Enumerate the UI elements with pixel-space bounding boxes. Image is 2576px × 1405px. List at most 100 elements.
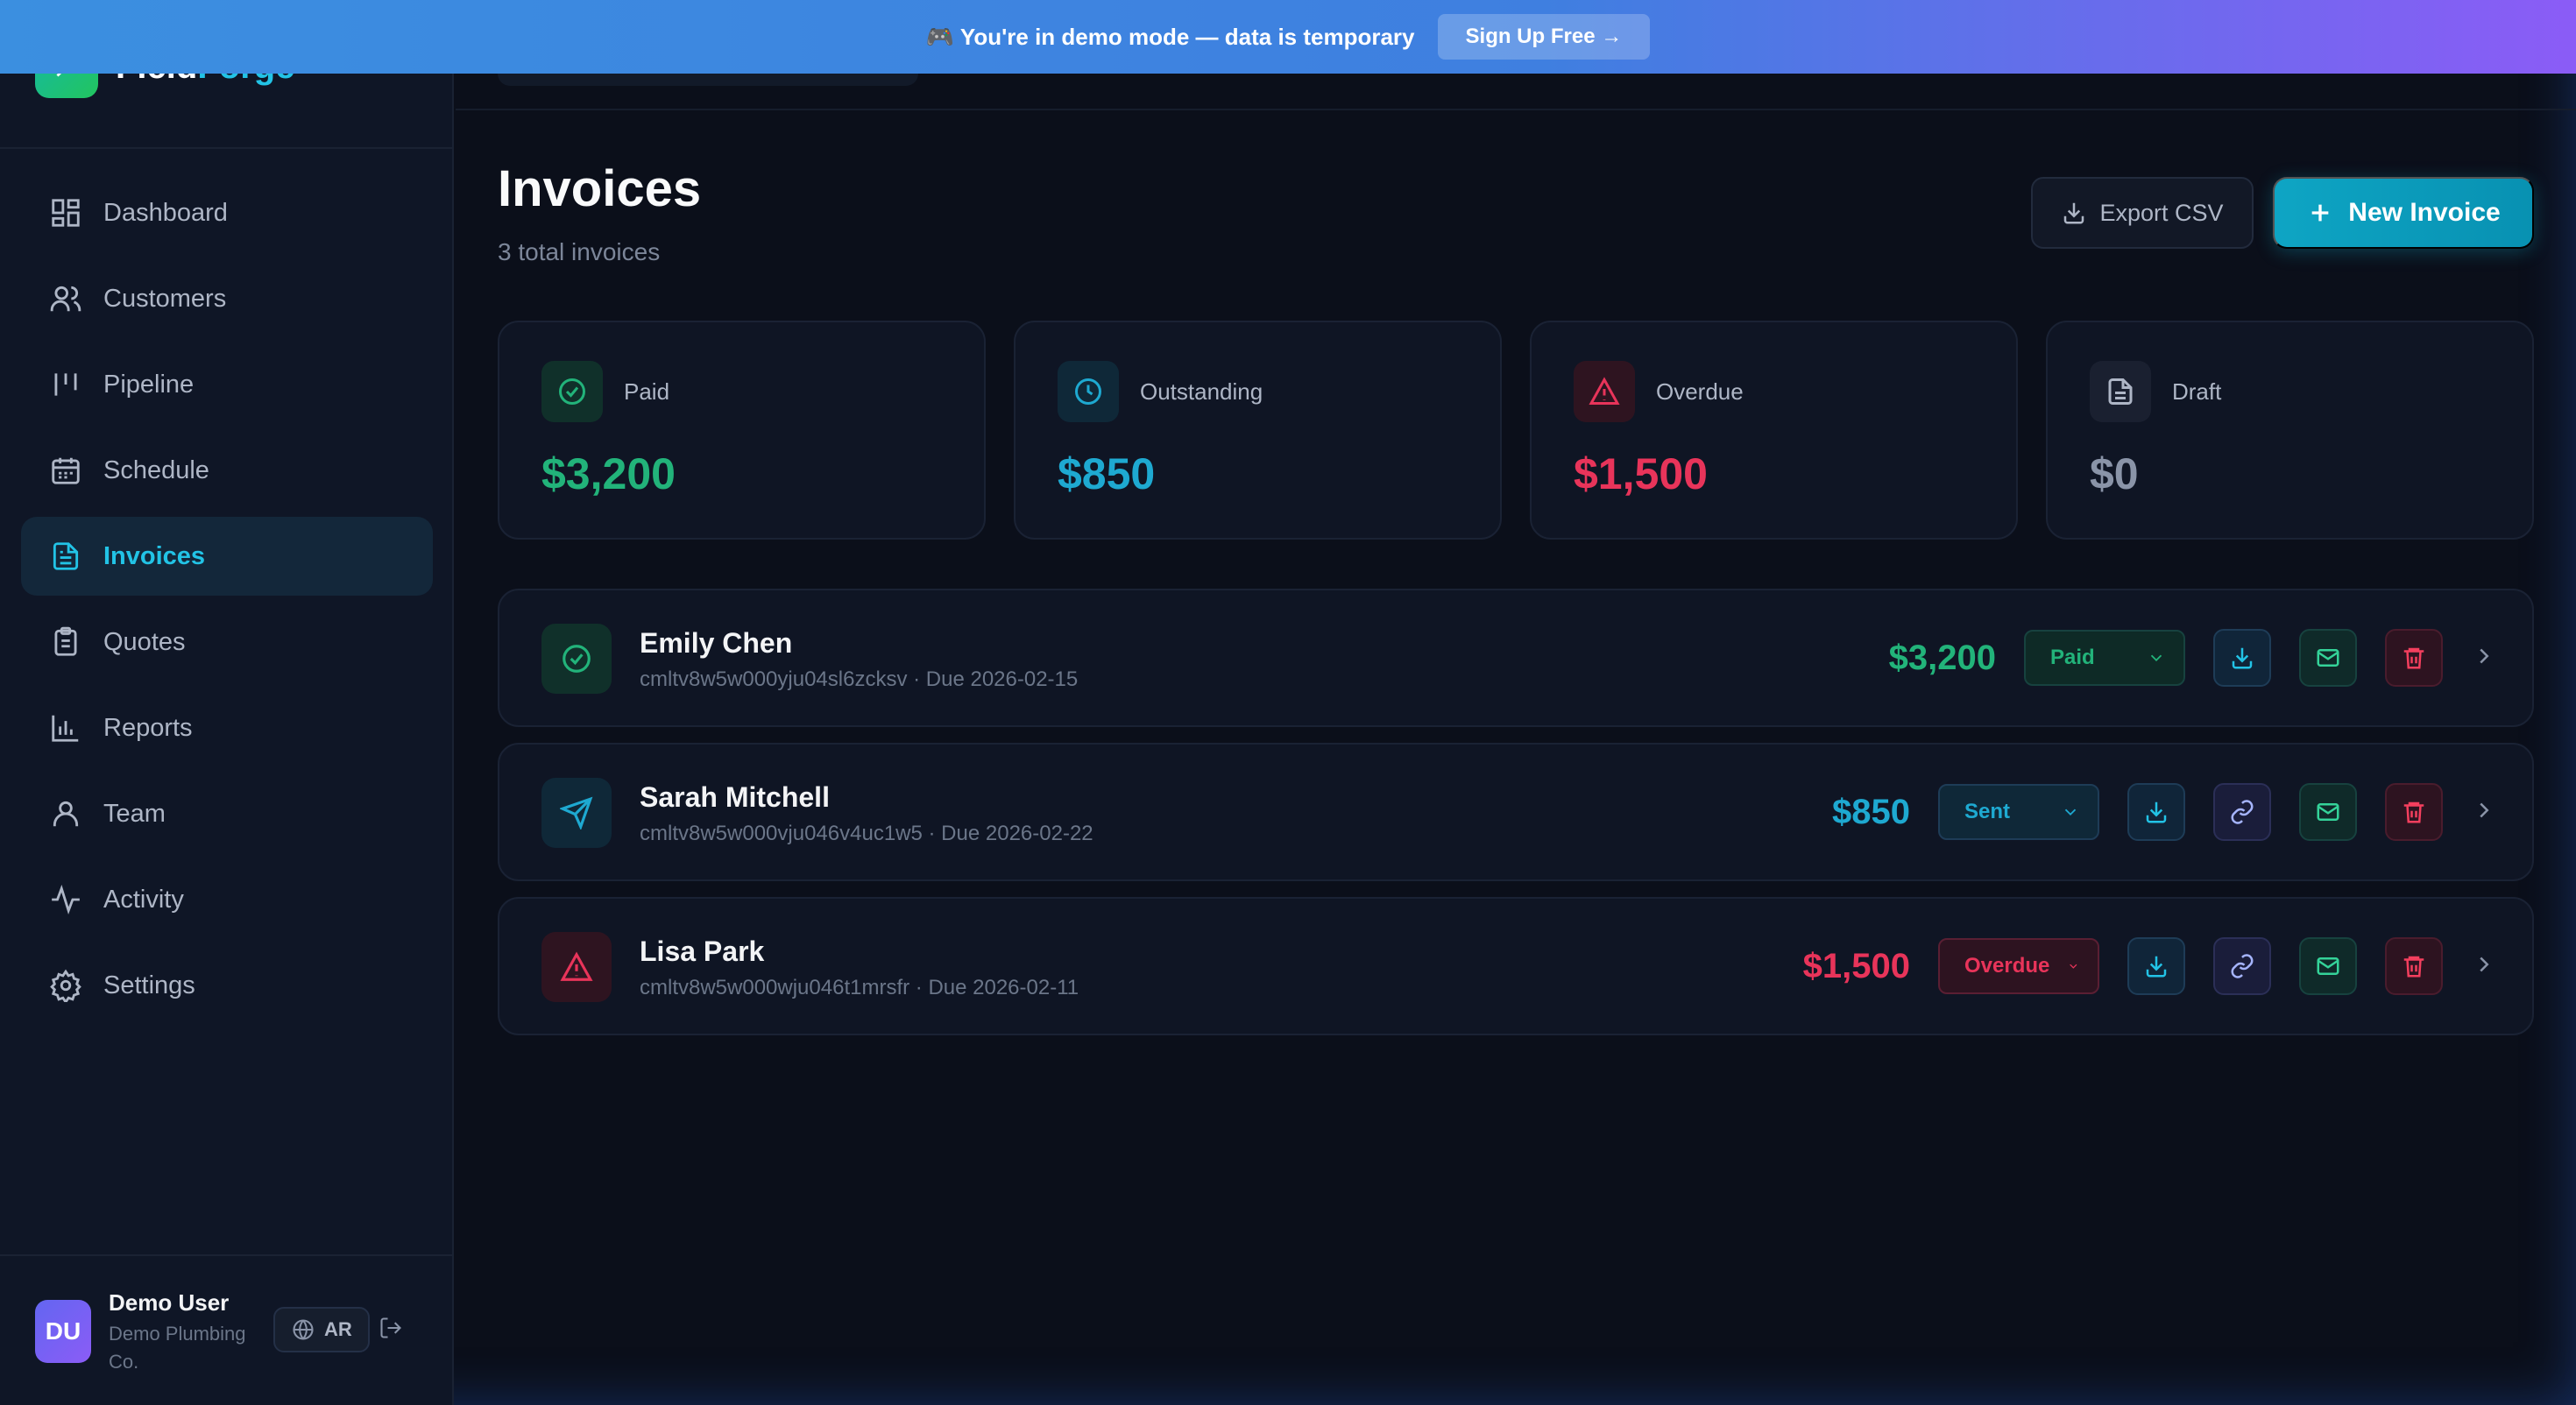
sidebar-item-schedule[interactable]: Schedule [21,431,433,510]
sidebar-item-label: Customers [103,284,227,313]
email-invoice-button[interactable] [2299,783,2357,841]
sidebar-item-settings[interactable]: Settings [21,946,433,1025]
language-label: AR [324,1318,352,1340]
invoice-list: Emily Chen cmltv8w5w000yju04sl6zcksv · D… [498,589,2534,1051]
sign-up-button[interactable]: Sign Up Free → [1437,14,1651,60]
status-select[interactable]: Paid [2024,630,2185,686]
download-pdf-button[interactable] [2127,937,2185,995]
delete-invoice-button[interactable] [2385,629,2443,687]
user-profile: DU Demo User Demo Plumbing Co. [35,1286,266,1376]
page-title: Invoices [498,160,702,217]
download-icon [2146,956,2167,978]
sidebar-item-team[interactable]: Team [21,774,433,853]
user-name: Demo User [109,1289,230,1316]
clipboard-icon [54,626,77,656]
check-circle-icon [541,361,603,422]
stat-card-draft: Draft $0 [2046,321,2534,540]
email-invoice-button[interactable] [2299,937,2357,995]
chevron-down-icon [2070,964,2077,969]
sidebar: FieldForge Dashboard Customers Pipeline … [0,0,454,1405]
globe-icon [293,1319,314,1340]
export-csv-button[interactable]: Export CSV [2031,177,2254,249]
download-icon [2146,801,2167,823]
users-icon [50,286,81,312]
copy-link-button[interactable] [2213,783,2271,841]
sidebar-item-label: Reports [103,713,193,742]
stat-label: Overdue [1656,378,1744,405]
sidebar-item-invoices[interactable]: Invoices [21,517,433,596]
new-invoice-label: New Invoice [2348,198,2501,227]
divider [0,147,454,149]
user-company: Demo Plumbing Co. [109,1323,246,1373]
invoice-row[interactable]: Lisa Park cmltv8w5w000wju046t1mrsfr · Du… [498,897,2534,1035]
chevron-right-icon[interactable] [2471,797,2497,828]
dashboard-icon [52,199,80,227]
stat-label: Outstanding [1140,378,1263,405]
chevron-right-icon[interactable] [2471,643,2497,674]
stats-row: Paid $3,200 Outstanding $850 Overdue $1,… [498,321,2534,540]
email-invoice-button[interactable] [2299,629,2357,687]
status-select[interactable]: Sent [1938,784,2099,840]
invoice-amount: $3,200 [1888,638,1996,677]
send-icon [541,778,612,848]
sidebar-item-dashboard[interactable]: Dashboard [21,173,433,252]
sidebar-item-label: Schedule [103,455,209,484]
gear-icon [50,969,81,1002]
logout-button[interactable] [379,1316,403,1345]
copy-link-button[interactable] [2213,937,2271,995]
sidebar-item-label: Team [103,799,166,828]
delete-invoice-button[interactable] [2385,937,2443,995]
stat-value: $1,500 [1574,449,1708,498]
invoice-row[interactable]: Emily Chen cmltv8w5w000yju04sl6zcksv · D… [498,589,2534,727]
file-icon [2090,361,2151,422]
invoice-meta: cmltv8w5w000yju04sl6zcksv · Due 2026-02-… [640,667,1079,691]
trash-icon [2403,956,2424,978]
trash-icon [2403,801,2424,823]
divider [0,1254,454,1256]
check-circle-icon [541,624,612,694]
sidebar-nav: Dashboard Customers Pipeline Schedule In… [21,173,433,1032]
alert-triangle-icon [541,932,612,1002]
sidebar-item-quotes[interactable]: Quotes [21,603,433,681]
avatar[interactable]: DU [35,1300,91,1363]
sidebar-item-pipeline[interactable]: Pipeline [21,345,433,424]
stat-card-paid: Paid $3,200 [498,321,986,540]
stat-card-outstanding: Outstanding $850 [1014,321,1502,540]
download-pdf-button[interactable] [2127,783,2185,841]
download-pdf-button[interactable] [2213,629,2271,687]
invoice-meta: cmltv8w5w000vju046v4uc1w5 · Due 2026-02-… [640,822,1093,845]
sidebar-item-label: Activity [103,885,184,914]
trash-icon [2403,647,2424,669]
invoice-row[interactable]: Sarah Mitchell cmltv8w5w000vju046v4uc1w5… [498,743,2534,881]
logout-icon [380,1317,401,1338]
alert-triangle-icon [1574,361,1635,422]
customer-name: Lisa Park [640,935,765,967]
invoice-meta: cmltv8w5w000wju046t1mrsfr · Due 2026-02-… [640,976,1079,999]
stat-value: $850 [1058,449,1156,498]
chevron-down-icon [2150,654,2162,662]
sidebar-item-label: Invoices [103,541,206,570]
customer-name: Sarah Mitchell [640,781,830,813]
file-text-icon [53,542,79,570]
export-csv-label: Export CSV [2099,199,2224,226]
sidebar-item-activity[interactable]: Activity [21,860,433,939]
user-icon [53,801,79,827]
sidebar-item-reports[interactable]: Reports [21,688,433,767]
download-icon [2232,647,2253,669]
link-icon [2231,800,2254,824]
new-invoice-button[interactable]: New Invoice [2273,177,2534,249]
chevron-right-icon[interactable] [2471,951,2497,982]
clock-icon [1058,361,1119,422]
demo-banner: 🎮 You're in demo mode — data is temporar… [0,0,2576,74]
status-select[interactable]: Overdue [1938,938,2099,994]
stat-value: $3,200 [541,449,676,498]
activity-icon [52,884,80,915]
sidebar-item-label: Quotes [103,627,186,656]
language-button[interactable]: AR [273,1307,370,1352]
stat-label: Paid [624,378,670,405]
bar-chart-icon [52,715,79,742]
sidebar-item-customers[interactable]: Customers [21,259,433,338]
pipeline-icon [54,373,77,396]
delete-invoice-button[interactable] [2385,783,2443,841]
mail-icon [2317,957,2339,975]
